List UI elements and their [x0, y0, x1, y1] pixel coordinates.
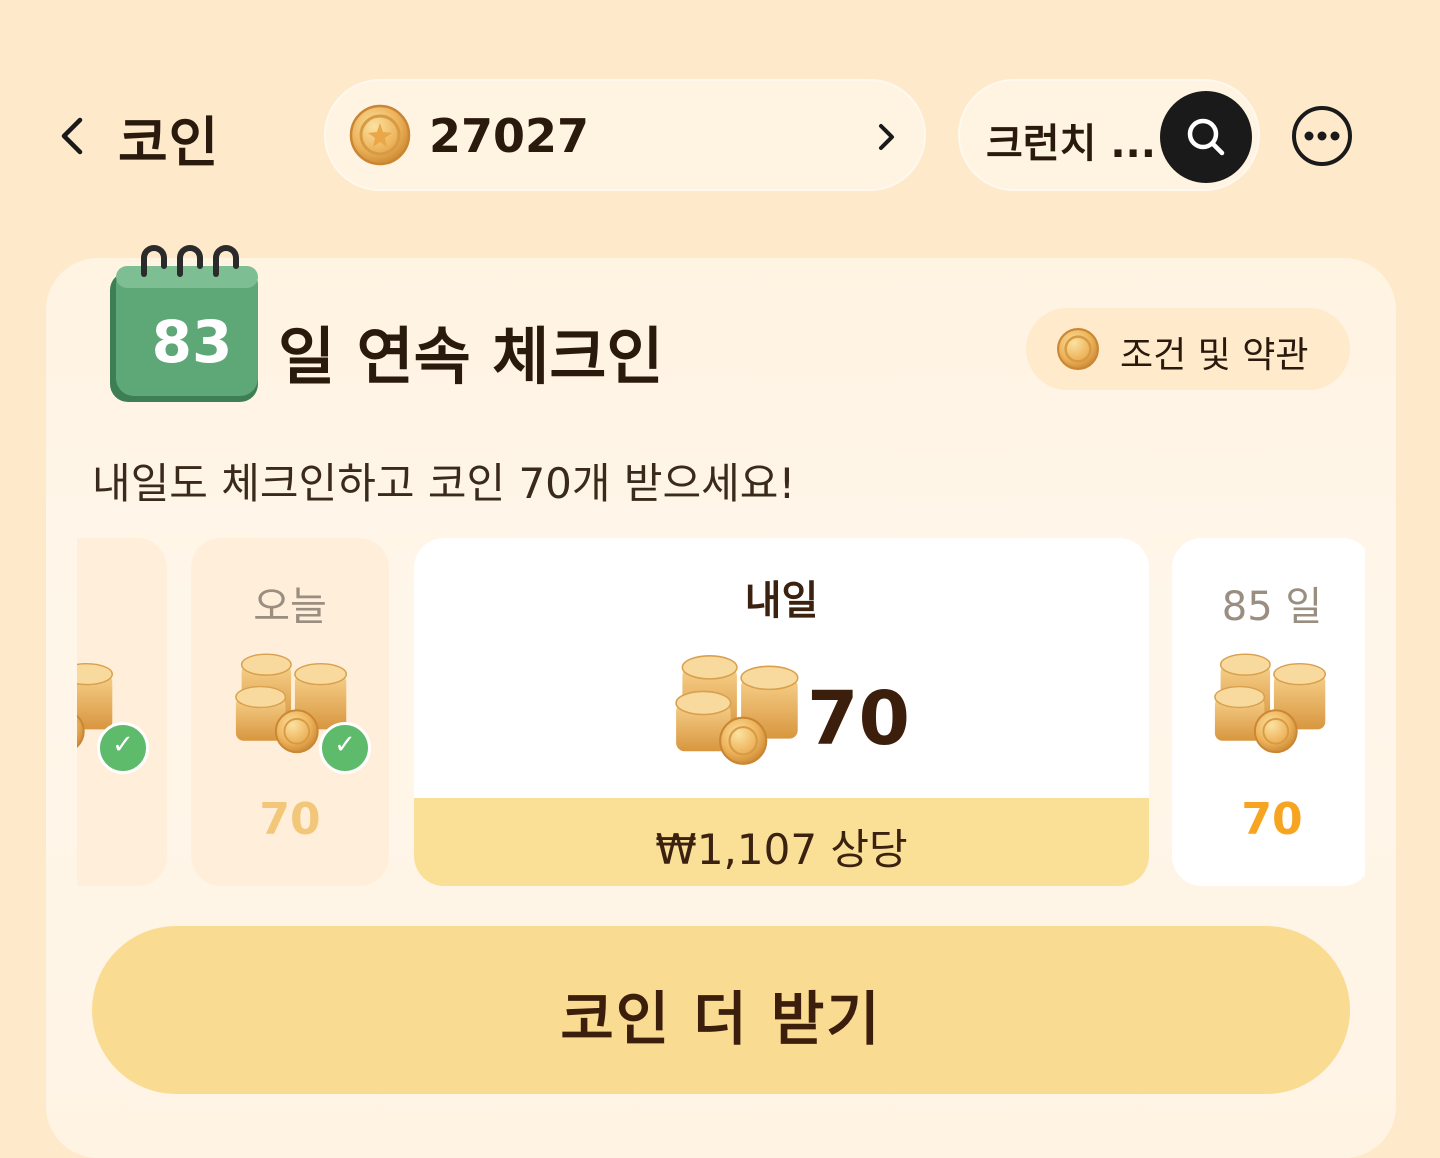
check-icon: ✓ [319, 722, 371, 774]
value-note-bar: ₩1,107 상당 [414, 798, 1149, 886]
streak-count: 83 [152, 308, 233, 376]
day-card-future[interactable]: 85 일 70 [1172, 538, 1365, 886]
checkin-days-strip[interactable]: 일 ✓ 0 오늘 ✓ 70 내일 70 ₩1,107 상당 85 일 70 [77, 538, 1365, 888]
streak-title: 일 연속 체크인 [278, 320, 664, 393]
back-button[interactable] [52, 112, 92, 160]
search-icon [1187, 118, 1225, 156]
day-card-past[interactable]: 일 ✓ 0 [77, 538, 167, 886]
get-more-coins-button[interactable]: 코인 더 받기 [92, 926, 1350, 1094]
day-label: 일 [77, 574, 167, 632]
day-label: 내일 [744, 578, 819, 624]
calendar-icon: 83 [110, 245, 258, 402]
day-card-tomorrow[interactable]: 내일 70 ₩1,107 상당 [414, 538, 1149, 886]
more-icon [1292, 106, 1352, 166]
day-label: 85 일 [1221, 584, 1323, 630]
chevron-left-icon [61, 117, 83, 155]
more-options-button[interactable] [1290, 104, 1354, 168]
search-button[interactable] [1160, 91, 1252, 183]
coin-balance-value: 27027 [429, 109, 590, 163]
cta-label: 코인 더 받기 [560, 985, 882, 1053]
coin-stack-icon [1213, 653, 1327, 754]
search-bar[interactable]: 크런치 ... [958, 79, 1260, 191]
day-amount: 70 [1241, 794, 1303, 845]
chevron-right-icon [879, 124, 894, 150]
check-icon: ✓ [97, 722, 149, 774]
day-amount: 0 [77, 794, 167, 845]
coin-icon [1057, 328, 1099, 370]
coin-stack-icon [675, 654, 799, 765]
terms-button[interactable]: 조건 및 약관 [1026, 308, 1350, 390]
day-card-today[interactable]: 오늘 ✓ 70 [191, 538, 389, 886]
coin-icon [349, 104, 411, 166]
checkin-subtitle: 내일도 체크인하고 코인 70개 받으세요! [92, 459, 796, 508]
page-title: 코인 [118, 111, 220, 174]
day-amount: 70 [807, 676, 910, 762]
day-label: 오늘 [253, 584, 327, 630]
value-note: ₩1,107 상당 [655, 825, 908, 874]
day-amount: 70 [259, 794, 321, 845]
terms-label: 조건 및 약관 [1120, 335, 1309, 376]
coin-balance-button[interactable]: 27027 [324, 79, 926, 191]
search-query-text: 크런치 ... [986, 121, 1156, 167]
